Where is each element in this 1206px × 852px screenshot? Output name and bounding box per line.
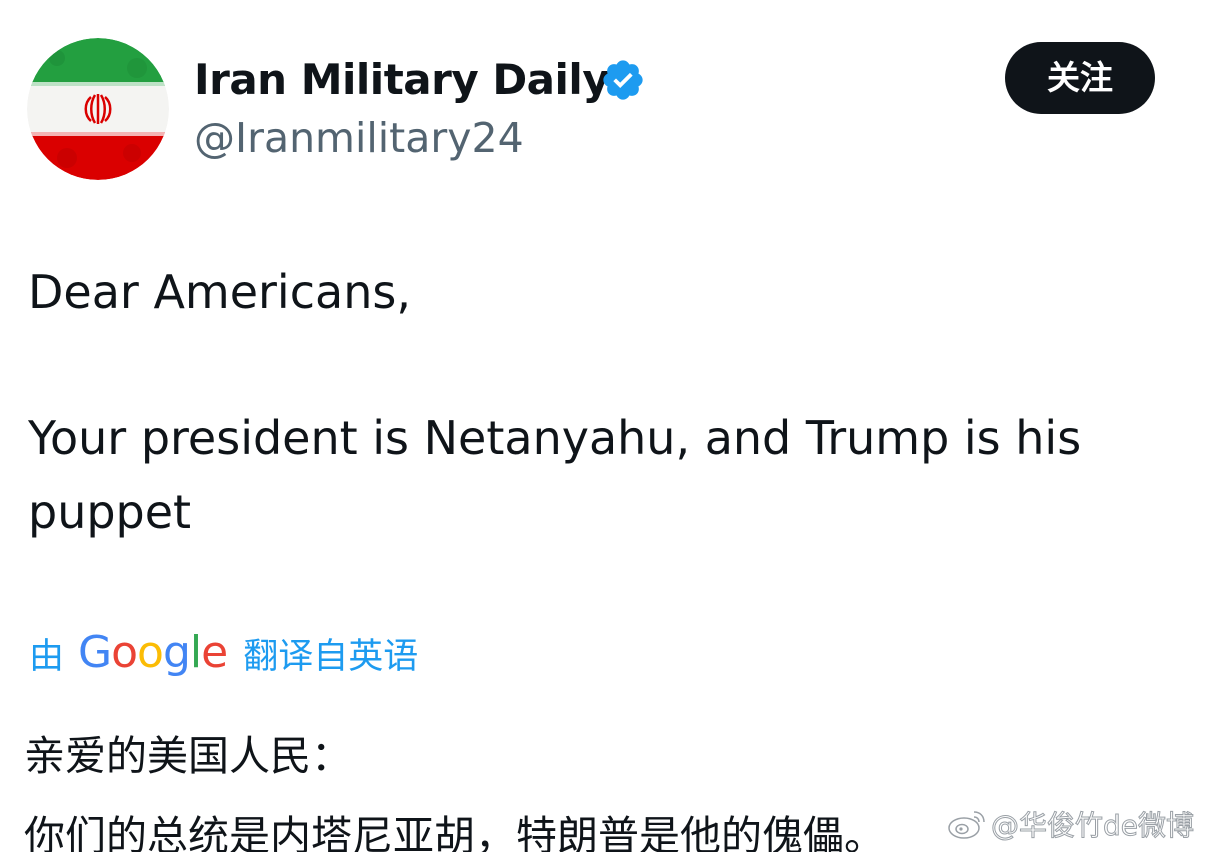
follow-button[interactable]: 关注 (1005, 42, 1155, 114)
tweet-text-line: Your president is Netanyahu, and Trump i… (28, 411, 1082, 465)
google-logo-letter: o (111, 627, 138, 678)
translated-text-line: 亲爱的美国人民： (24, 732, 352, 780)
google-logo: Google (78, 620, 228, 686)
tweet-text-line: Dear Americans, (28, 265, 411, 319)
google-logo-letter: l (189, 627, 202, 678)
translation-link[interactable]: 由 Google 翻译自英语 (29, 620, 418, 686)
verified-badge-icon (603, 60, 643, 100)
watermark-text: @华俊竹de微博 (990, 809, 1194, 843)
tweet-text-line: puppet (28, 485, 192, 539)
google-logo-letter: g (162, 627, 191, 678)
account-handle[interactable]: @Iranmilitary24 (194, 110, 524, 166)
display-name[interactable]: Iran Military Daily (194, 52, 610, 108)
translation-prefix: 由 (29, 636, 65, 677)
google-logo-letter: G (78, 627, 112, 678)
iran-flag-avatar-icon (27, 38, 169, 180)
weibo-watermark: @华俊竹de微博 (947, 800, 1195, 848)
google-logo-letter: o (137, 627, 164, 678)
translated-text-line: 你们的总统是内塔尼亚胡，特朗普是他的傀儡。 (24, 812, 885, 852)
profile-avatar[interactable] (27, 38, 169, 180)
tweet-page: Iran Military Daily @Iranmilitary24 关注 D… (0, 0, 1206, 852)
weibo-icon (948, 811, 985, 839)
google-logo-letter: e (201, 627, 228, 678)
translation-suffix: 翻译自英语 (243, 636, 419, 677)
